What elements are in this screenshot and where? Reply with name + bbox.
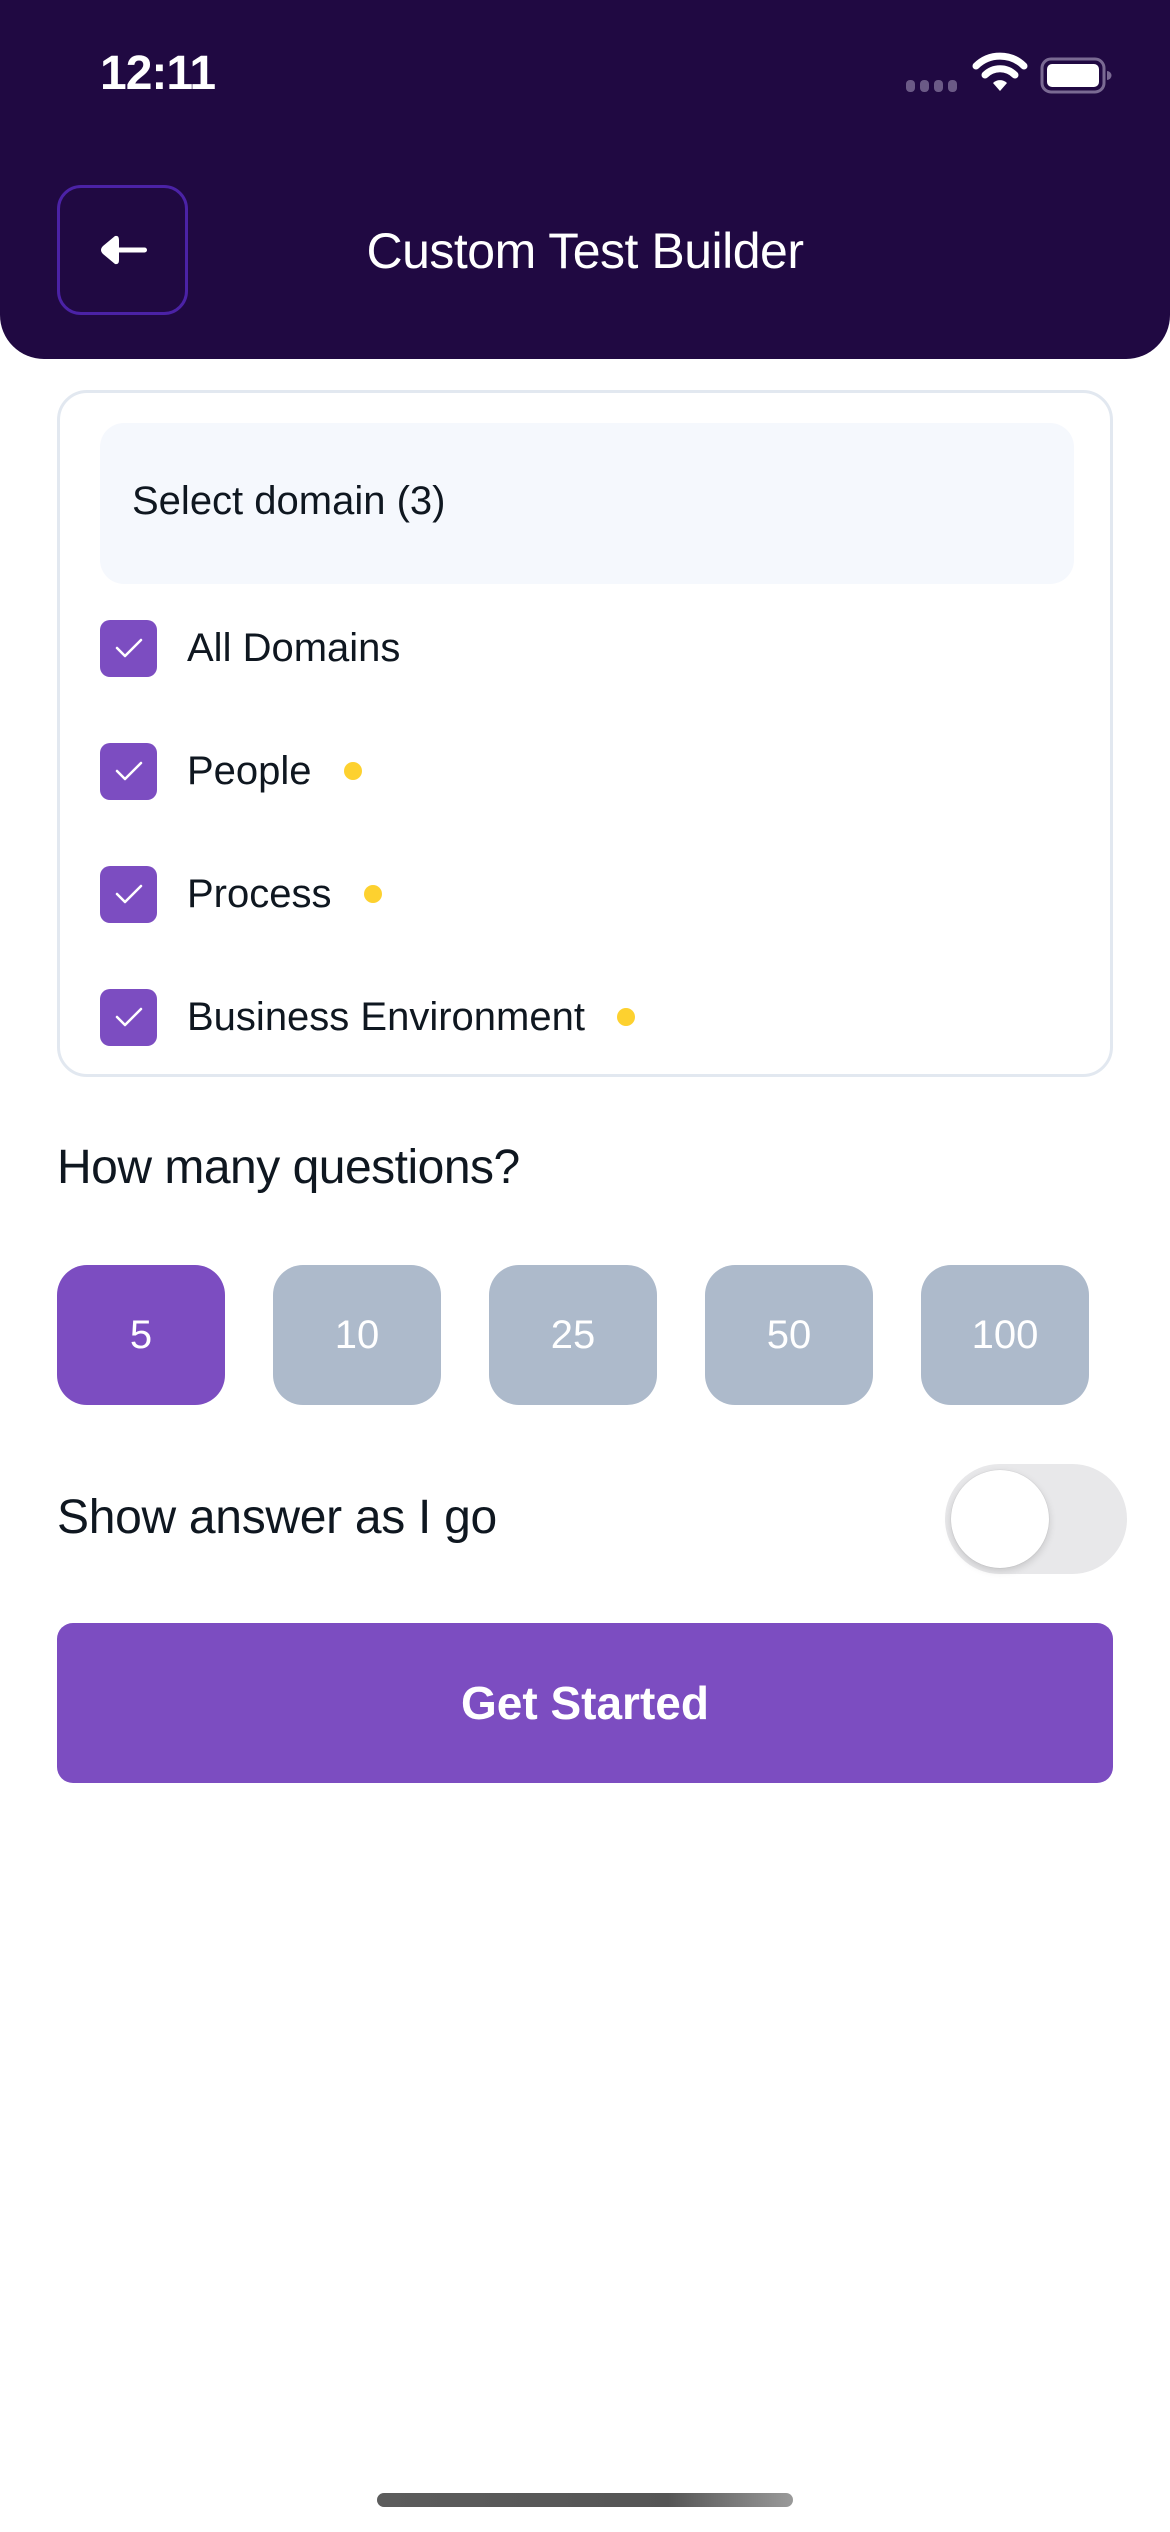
signal-icon [906,80,957,92]
question-count-options: 5 10 25 50 100 [57,1265,1089,1405]
domain-item-all-domains[interactable]: All Domains [100,618,400,678]
status-time: 12:11 [100,47,216,100]
get-started-button[interactable]: Get Started [57,1623,1113,1783]
question-count-25[interactable]: 25 [489,1265,657,1405]
domain-item-process[interactable]: Process [100,864,382,924]
domain-label: All Domains [187,625,401,670]
question-count-50[interactable]: 50 [705,1265,873,1405]
domain-item-people[interactable]: People [100,741,362,801]
show-answer-label: Show answer as I go [57,1491,497,1544]
wifi-icon [972,52,1028,91]
domain-select-dropdown[interactable]: Select domain (3) [100,423,1074,584]
status-dot [363,885,382,903]
checkbox-checked[interactable] [100,865,157,923]
domain-select-label: Select domain (3) [132,479,446,523]
checkmark-icon [115,761,142,781]
question-count-10[interactable]: 10 [273,1265,441,1405]
checkmark-icon [115,884,142,904]
domain-label: Business Environment [187,994,585,1039]
domain-label: People [187,748,312,793]
domain-selector-card: Select domain (3) All Domains People Pro… [57,390,1113,1077]
app-header: 12:11 Custom Test Builder [0,0,1170,359]
questions-heading: How many questions? [57,1141,520,1194]
checkmark-icon [115,1007,142,1027]
home-indicator [377,2493,793,2507]
status-dot [343,762,362,780]
checkmark-icon [115,638,142,658]
checkbox-checked[interactable] [100,742,157,800]
battery-icon [1040,57,1112,94]
status-dot [616,1008,635,1026]
checkbox-checked[interactable] [100,988,157,1046]
toggle-knob [951,1470,1049,1568]
domain-item-business-environment[interactable]: Business Environment [100,987,635,1047]
show-answer-toggle[interactable] [945,1464,1127,1574]
question-count-5[interactable]: 5 [57,1265,225,1405]
question-count-100[interactable]: 100 [921,1265,1089,1405]
domain-label: Process [187,871,332,916]
page-title: Custom Test Builder [366,223,804,279]
checkbox-checked[interactable] [100,619,157,677]
